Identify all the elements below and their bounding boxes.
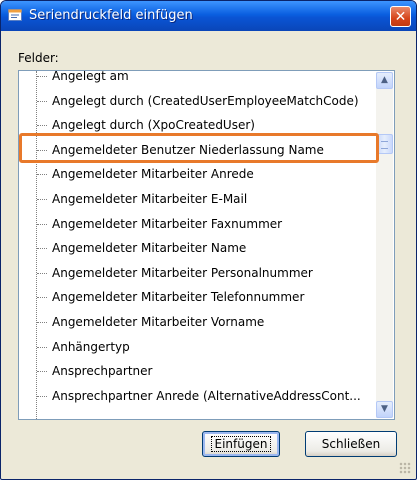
list-item-label: Angelegt am: [52, 70, 129, 83]
close-button[interactable]: ✕: [390, 6, 411, 27]
tree-branch-icon: [37, 322, 47, 323]
tree-branch-icon: [37, 223, 47, 225]
list-item-label: Angelegt durch (CreatedUserEmployeeMatch…: [52, 93, 359, 108]
list-item-label: Anhängertyp: [52, 339, 130, 354]
close-dialog-button[interactable]: Schließen: [305, 431, 397, 457]
tree-branch-icon: [37, 125, 47, 127]
list-item-label: Angemeldeter Mitarbeiter Anrede: [52, 167, 254, 182]
list-item[interactable]: Angemeldeter Mitarbeiter Faxnummer: [19, 213, 375, 237]
close-icon: ✕: [394, 9, 407, 25]
tree-branch-icon: [37, 346, 47, 348]
list-item[interactable]: Angemeldeter Mitarbeiter Name: [19, 237, 375, 261]
insert-button-label: Einfügen: [210, 436, 272, 452]
tree-branch-icon: [37, 248, 47, 250]
insert-button[interactable]: Einfügen: [202, 431, 280, 457]
list-item[interactable]: Anhängertyp: [19, 336, 375, 360]
window-title: Seriendruckfeld einfügen: [29, 8, 193, 23]
tree-branch-icon: [37, 297, 47, 299]
list-item-label: Angemeldeter Mitarbeiter Vorname: [52, 315, 265, 329]
list-item[interactable]: Ansprechpartner: [19, 360, 375, 384]
tree-branch-icon: [37, 395, 47, 397]
grip-icon: [381, 141, 388, 149]
tree-branch-icon: [37, 199, 47, 200]
tree-branch-icon: [37, 174, 47, 176]
scroll-up-button[interactable]: ▲: [376, 72, 393, 89]
resize-grip-icon[interactable]: [399, 462, 411, 474]
chevron-up-icon: ▲: [381, 75, 388, 85]
list-item[interactable]: Ansprechpartner Anrede (AlternativeAddre…: [19, 385, 375, 409]
list-item-label: Angemeldeter Mitarbeiter Telefonnummer: [52, 290, 305, 305]
dialog-window: Seriendruckfeld einfügen ✕ Felder: Angel…: [0, 0, 417, 480]
list-item-label: Angemeldeter Mitarbeiter Personalnummer: [52, 265, 313, 280]
fields-label: Felder:: [18, 51, 59, 65]
scroll-down-button[interactable]: ▼: [376, 401, 393, 418]
list-item-label: Angemeldeter Mitarbeiter Faxnummer: [52, 216, 283, 231]
list-item-label: Angemeldeter Mitarbeiter Name: [52, 241, 247, 256]
tree-branch-icon: [37, 76, 47, 77]
list-item[interactable]: Angemeldeter Mitarbeiter Personalnummer: [19, 262, 375, 286]
tree-branch-icon: [37, 100, 47, 102]
list-item[interactable]: Angelegt durch (CreatedUserEmployeeMatch…: [19, 90, 375, 114]
close-dialog-button-label: Schließen: [321, 437, 381, 451]
selection-highlight: [19, 132, 379, 163]
list-item-label: Ansprechpartner Anrede (AlternativeAddre…: [52, 388, 361, 403]
list-item[interactable]: Angemeldeter Mitarbeiter E-Mail: [19, 188, 375, 212]
list-item[interactable]: Angelegt am: [19, 70, 375, 89]
dialog-body: Felder: Angelegt am Angelegt durch (Creat…: [4, 31, 413, 476]
list-item[interactable]: Angemeldeter Mitarbeiter Anrede: [19, 163, 375, 187]
list-item[interactable]: Angemeldeter Mitarbeiter Telefonnummer: [19, 286, 375, 310]
list-item-label: Angemeldeter Mitarbeiter E-Mail: [52, 192, 248, 206]
list-item[interactable]: Angemeldeter Mitarbeiter Vorname: [19, 311, 375, 335]
document-insert-icon: [8, 9, 22, 21]
tree-branch-icon: [37, 272, 47, 274]
list-item-label: Angelegt durch (XpoCreatedUser): [52, 118, 255, 133]
fields-list[interactable]: Angelegt am Angelegt durch (CreatedUserEm…: [18, 70, 395, 420]
title-bar[interactable]: Seriendruckfeld einfügen ✕: [1, 1, 416, 31]
vertical-scrollbar[interactable]: ▲ ▼: [376, 72, 393, 418]
chevron-down-icon: ▼: [381, 404, 388, 414]
list-item-label: Ansprechpartner: [52, 364, 153, 379]
tree-branch-icon: [37, 371, 47, 373]
